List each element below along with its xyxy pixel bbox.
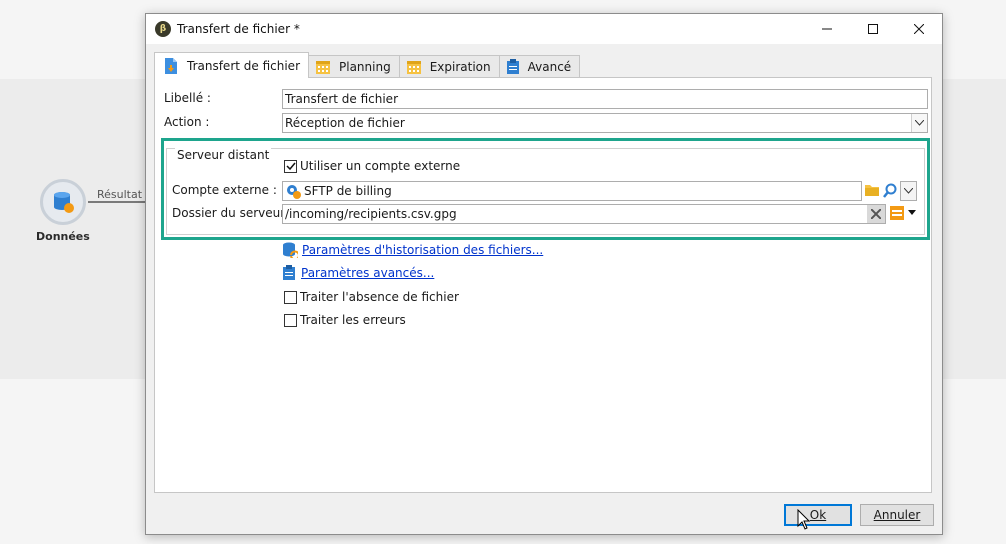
use-external-label: Utiliser un compte externe (300, 159, 461, 173)
tab-label: Planning (339, 60, 391, 74)
option-label: Traiter les erreurs (300, 313, 406, 327)
workflow-transition (88, 201, 148, 203)
button-label: Ok (809, 508, 827, 522)
close-icon (914, 24, 924, 34)
link-text: Paramètres d'historisation des fichiers.… (302, 243, 544, 257)
chevron-down-icon (915, 120, 924, 126)
minimize-button[interactable] (804, 14, 850, 44)
maximize-button[interactable] (850, 14, 896, 44)
tab-planning[interactable]: Planning (308, 55, 400, 78)
group-title: Serveur distant (175, 148, 272, 162)
transition-label: Résultat (97, 188, 143, 201)
file-transfer-dialog: β Transfert de fichier * Transfert de fi… (145, 13, 943, 535)
cancel-button[interactable]: Annuler (860, 504, 934, 526)
folder-icon (865, 185, 879, 196)
folder-label: Dossier du serveur : (172, 206, 294, 220)
file-history-settings-link[interactable]: Paramètres d'historisation des fichiers.… (282, 242, 543, 258)
advanced-settings-link[interactable]: Paramètres avancés... (282, 265, 434, 281)
file-transfer-icon (163, 57, 179, 75)
action-dropdown-button[interactable] (911, 114, 927, 132)
account-dropdown-button[interactable] (900, 181, 917, 201)
minimize-icon (822, 28, 832, 30)
tab-label: Transfert de fichier (187, 58, 300, 73)
calendar-icon (315, 59, 331, 75)
option-label: Traiter l'absence de fichier (300, 290, 459, 304)
clear-folder-button[interactable] (867, 205, 885, 223)
checkmark-icon (285, 162, 296, 170)
database-icon (54, 192, 74, 213)
clear-icon (871, 209, 881, 219)
libelle-value: Transfert de fichier (285, 92, 398, 106)
node-label: Données (36, 230, 90, 243)
ok-button[interactable]: Ok (784, 504, 852, 526)
history-database-icon (283, 242, 298, 258)
handle-missing-file-checkbox[interactable]: Traiter l'absence de fichier (284, 290, 459, 304)
libelle-input[interactable]: Transfert de fichier (282, 89, 928, 109)
dialog-title: Transfert de fichier * (177, 22, 300, 36)
tab-panel: Libellé : Transfert de fichier Action : … (154, 77, 932, 493)
caret-down-icon (908, 210, 916, 215)
mouse-cursor-icon (797, 509, 811, 530)
maximize-icon (868, 24, 878, 34)
tab-label: Expiration (429, 60, 491, 74)
title-bar: β Transfert de fichier * (146, 14, 942, 44)
action-label: Action : (164, 115, 210, 129)
libelle-label: Libellé : (164, 91, 211, 105)
checkbox-box (284, 290, 297, 304)
checkbox-box (284, 159, 297, 173)
tab-bar: Transfert de fichier Planning Expiration… (154, 52, 581, 78)
expression-editor-icon (890, 206, 904, 220)
tab-label: Avancé (527, 60, 572, 74)
close-button[interactable] (896, 14, 942, 44)
handle-errors-checkbox[interactable]: Traiter les erreurs (284, 313, 406, 327)
gear-globe-icon (287, 185, 301, 199)
data-node[interactable] (40, 179, 86, 225)
tab-transfert-de-fichier[interactable]: Transfert de fichier (154, 52, 309, 78)
app-icon: β (155, 21, 171, 37)
chevron-down-icon (904, 188, 913, 194)
tab-avance[interactable]: Avancé (498, 55, 581, 78)
folder-value: /incoming/recipients.csv.gpg (285, 207, 457, 221)
action-select[interactable]: Réception de fichier (282, 113, 928, 133)
link-text: Paramètres avancés... (301, 266, 435, 280)
checkbox-box (284, 313, 297, 327)
expression-menu-button[interactable] (890, 206, 918, 220)
account-value: SFTP de billing (304, 184, 392, 198)
search-account-button[interactable] (882, 183, 898, 202)
search-icon (883, 183, 897, 198)
use-external-account-checkbox[interactable]: Utiliser un compte externe (284, 159, 460, 173)
calendar-icon (406, 59, 422, 75)
button-label: Annuler (873, 508, 921, 522)
external-account-field[interactable]: SFTP de billing (282, 181, 862, 201)
open-folder-button[interactable] (864, 183, 880, 200)
clipboard-icon (506, 59, 520, 75)
clipboard-icon (283, 265, 295, 280)
server-folder-input[interactable]: /incoming/recipients.csv.gpg (282, 204, 886, 224)
action-value: Réception de fichier (285, 116, 405, 130)
account-label: Compte externe : (172, 183, 277, 197)
tab-expiration[interactable]: Expiration (398, 55, 500, 78)
remote-server-highlight: Serveur distant Utiliser un compte exter… (161, 138, 930, 240)
